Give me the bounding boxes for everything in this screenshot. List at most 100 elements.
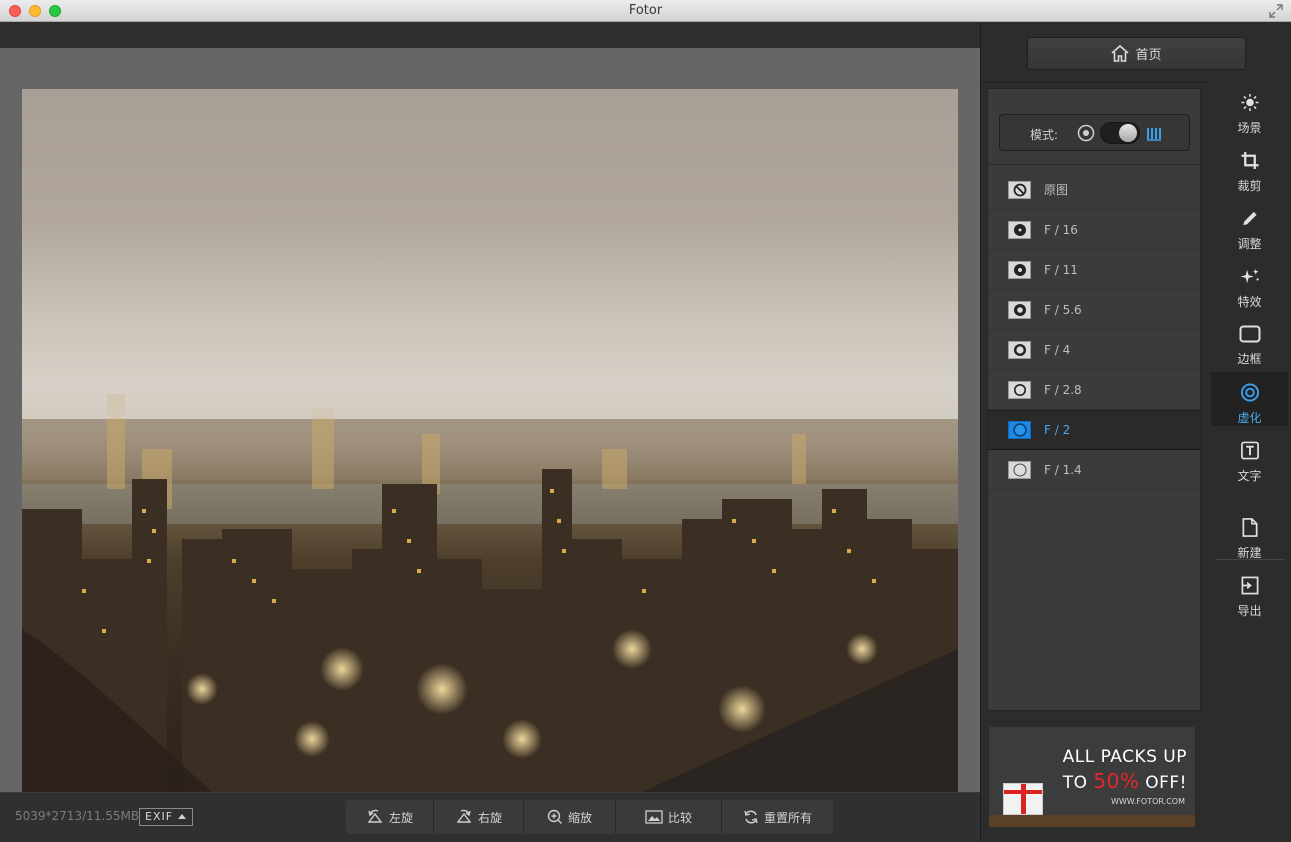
mode-selector: 模式: [999, 114, 1190, 151]
rotate-left-label: 左旋 [388, 810, 413, 825]
rotate-left-icon [367, 809, 383, 823]
option-f5-6[interactable]: F / 5.6 [988, 290, 1200, 330]
option-label: F / 16 [1044, 222, 1078, 237]
option-label: F / 11 [1044, 262, 1078, 277]
promo-headline: ALL PACKS UP [1062, 747, 1187, 767]
aperture-icon [1008, 380, 1031, 399]
rotate-right-icon [456, 809, 472, 823]
linear-mode-icon[interactable] [1146, 125, 1162, 141]
file-info: 5039*2713/11.55MB [15, 809, 140, 823]
nav-label: 文字 [1237, 469, 1262, 483]
mode-label: 模式: [1030, 128, 1059, 142]
zoom-button[interactable]: 缩放 [524, 800, 616, 834]
home-icon [1111, 45, 1130, 62]
option-label: 原图 [1044, 183, 1069, 197]
option-original[interactable]: 原图 [988, 170, 1200, 210]
nav-crop[interactable]: 裁剪 [1211, 140, 1288, 194]
nav-label: 边框 [1237, 352, 1262, 366]
promo-offer-prefix: TO [1062, 773, 1094, 793]
no-blur-icon [1008, 180, 1031, 199]
home-label: 首页 [1135, 48, 1162, 63]
rotate-left-button[interactable]: 左旋 [346, 800, 434, 834]
exif-button[interactable]: EXIF [139, 808, 193, 826]
exif-label: EXIF [145, 810, 174, 823]
option-f16[interactable]: F / 16 [988, 210, 1200, 250]
window-title: Fotor [628, 3, 663, 18]
option-f4[interactable]: F / 4 [988, 330, 1200, 370]
compare-label: 比较 [667, 810, 692, 825]
reset-all-button[interactable]: 重置所有 [722, 800, 833, 834]
nav-effects[interactable]: 特效 [1211, 256, 1288, 310]
nav-frame[interactable]: 边框 [1211, 314, 1288, 368]
fullscreen-icon[interactable] [1269, 4, 1283, 18]
rotate-right-button[interactable]: 右旋 [434, 800, 524, 834]
export-icon [1241, 576, 1258, 595]
compare-image-icon [645, 810, 663, 824]
canvas-top-strip [0, 22, 980, 48]
circular-mode-icon[interactable] [1077, 124, 1095, 142]
nav-label: 虚化 [1237, 411, 1262, 425]
rotate-right-label: 右旋 [477, 810, 502, 825]
canvas-background [0, 48, 980, 801]
nav-label: 导出 [1237, 604, 1262, 618]
text-icon [1240, 441, 1259, 460]
compare-button[interactable]: 比较 [616, 800, 722, 834]
nav-text[interactable]: 文字 [1211, 430, 1288, 484]
aperture-icon [1008, 260, 1031, 279]
promo-shelf [989, 815, 1195, 827]
crop-icon [1240, 151, 1259, 170]
nav-label: 场景 [1237, 121, 1262, 135]
option-f2-8[interactable]: F / 2.8 [988, 370, 1200, 410]
blur-options-panel: 模式: 原图 F / 16 F / 11 F / 5.6 F / 4 F / 2… [987, 88, 1201, 711]
blur-icon [1240, 383, 1259, 402]
option-f11[interactable]: F / 11 [988, 250, 1200, 290]
aperture-icon [1008, 460, 1031, 479]
option-f1-4[interactable]: F / 1.4 [988, 450, 1200, 490]
sun-icon [1240, 93, 1259, 112]
zoom-label: 缩放 [567, 810, 592, 825]
home-button[interactable]: 首页 [1027, 37, 1246, 70]
option-label: F / 2.8 [1044, 382, 1082, 397]
title-bar: Fotor [0, 0, 1291, 22]
bottom-toolbar: 5039*2713/11.55MB EXIF 左旋 右旋 缩放 比较 重置所有 [0, 792, 980, 842]
aperture-icon [1008, 421, 1031, 439]
right-panel: 首页 模式: 原图 F / 16 F / 11 F / 5.6 F / 4 F … [980, 22, 1291, 842]
pencil-icon [1242, 211, 1257, 226]
sparkle-icon [1240, 268, 1259, 284]
zoom-icon [547, 809, 562, 824]
nav-export[interactable]: 导出 [1211, 565, 1288, 619]
mode-toggle[interactable] [1100, 122, 1140, 144]
aperture-icon [1008, 340, 1031, 359]
module-nav: 场景 裁剪 调整 特效 边框 虚化 文字 新建 导出 [1209, 82, 1291, 842]
divider [988, 164, 1200, 165]
gift-box-icon [1003, 783, 1043, 815]
blur-option-list: 原图 F / 16 F / 11 F / 5.6 F / 4 F / 2.8 F… [988, 170, 1200, 490]
image-tools-group: 左旋 右旋 缩放 比较 重置所有 [346, 800, 833, 834]
promo-offer-suffix: OFF! [1139, 773, 1187, 793]
option-f2[interactable]: F / 2 [988, 410, 1200, 450]
nav-blur[interactable]: 虚化 [1211, 372, 1288, 426]
aperture-icon [1008, 220, 1031, 239]
aperture-icon [1008, 300, 1031, 319]
nav-scene[interactable]: 场景 [1211, 82, 1288, 136]
promo-banner[interactable]: ALL PACKS UP TO 50% OFF! WWW.FOTOR.COM [989, 727, 1195, 827]
promo-url: WWW.FOTOR.COM [1110, 797, 1185, 806]
nav-label: 裁剪 [1237, 179, 1262, 193]
option-label: F / 2 [1044, 423, 1071, 437]
edited-photo[interactable] [22, 89, 958, 801]
option-label: F / 5.6 [1044, 302, 1082, 317]
option-label: F / 1.4 [1044, 462, 1082, 477]
caret-up-icon [178, 814, 186, 819]
frame-icon [1239, 325, 1260, 343]
nav-new[interactable]: 新建 [1211, 507, 1288, 561]
toggle-knob [1119, 124, 1137, 142]
option-label: F / 4 [1044, 342, 1071, 357]
new-file-icon [1241, 518, 1258, 537]
app-window: Fotor 5039*2713/11.55MB EXIF 左旋 右旋 缩放 比较… [0, 0, 1291, 842]
promo-offer-percent: 50% [1093, 769, 1140, 793]
city-night-image [22, 249, 958, 801]
canvas-area [0, 22, 980, 801]
reset-icon [744, 810, 758, 824]
promo-offer: TO 50% OFF! [1063, 769, 1187, 793]
nav-adjust[interactable]: 调整 [1211, 198, 1288, 252]
